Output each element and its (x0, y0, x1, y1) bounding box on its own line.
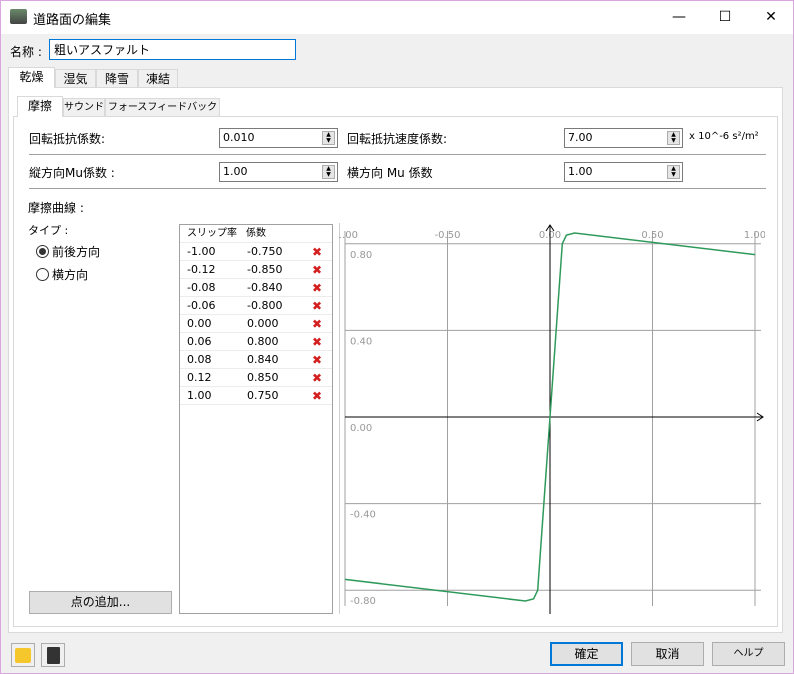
delete-point-icon[interactable]: ✖ (312, 315, 322, 333)
table-header: スリップ率 係数 (180, 225, 332, 243)
coef-cell[interactable]: 0.850 (247, 369, 279, 387)
delete-point-icon[interactable]: ✖ (312, 387, 322, 405)
maximize-button[interactable]: ☐ (702, 1, 748, 33)
spin-arrows-icon[interactable]: ▲ ▼ (322, 131, 335, 145)
close-button[interactable]: ✕ (748, 1, 794, 33)
delete-point-icon[interactable]: ✖ (312, 333, 322, 351)
radio-longitudinal[interactable] (36, 245, 49, 258)
divider (29, 154, 766, 155)
tab-wet[interactable]: 湿気 (55, 69, 96, 88)
points-table: スリップ率 係数 -1.00 -0.750 ✖ -0.12 -0.850 ✖ -0.08 -0… (179, 224, 333, 614)
tab-force-feedback[interactable]: フォースフィードバック効果 (105, 98, 220, 131)
y-tick-label: 0.40 (350, 336, 372, 347)
friction-curve-chart: -1.00-0.500.000.501.000.800.400.00-0.40-… (339, 223, 765, 614)
table-row[interactable]: -0.12 -0.850 ✖ (180, 261, 332, 279)
x-tick-label: 0.50 (641, 230, 663, 241)
lat-mu-value: 1.00 (568, 165, 593, 178)
tab-ice[interactable]: 凍結 (138, 69, 178, 88)
type-label: タイプ : (28, 224, 69, 237)
name-input[interactable] (49, 39, 296, 60)
road-surface-icon (10, 9, 27, 24)
y-tick-label: -0.40 (350, 510, 376, 521)
radio-longitudinal-label[interactable]: 前後方向 (52, 243, 100, 260)
divider (29, 188, 766, 189)
tab-friction[interactable]: 摩擦 (17, 96, 63, 117)
spin-arrows-icon[interactable]: ▲ ▼ (322, 165, 335, 179)
coef-cell[interactable]: -0.800 (247, 297, 282, 315)
rolling-speed-value: 7.00 (568, 131, 593, 144)
minimize-button[interactable]: — (656, 1, 702, 33)
table-row[interactable]: -0.06 -0.800 ✖ (180, 297, 332, 315)
slip-cell[interactable]: -0.06 (187, 297, 215, 315)
rolling-speed-label: 回転抵抗速度係数: (347, 132, 448, 146)
rolling-resistance-label: 回転抵抗係数: (29, 132, 106, 146)
rolling-resistance-value: 0.010 (223, 131, 255, 144)
radio-lateral-label[interactable]: 横方向 (52, 266, 88, 283)
coef-cell[interactable]: 0.000 (247, 315, 279, 333)
long-mu-value: 1.00 (223, 165, 248, 178)
add-point-button[interactable]: 点の追加... (29, 591, 172, 614)
coef-cell[interactable]: 0.840 (247, 351, 279, 369)
radio-lateral[interactable] (36, 268, 49, 281)
table-row[interactable]: 1.00 0.750 ✖ (180, 387, 332, 405)
spin-arrows-icon[interactable]: ▲ ▼ (667, 131, 680, 145)
spin-arrows-icon[interactable]: ▲ ▼ (667, 165, 680, 179)
delete-point-icon[interactable]: ✖ (312, 279, 322, 297)
slip-cell[interactable]: -0.08 (187, 279, 215, 297)
table-row[interactable]: -1.00 -0.750 ✖ (180, 243, 332, 261)
x-tick-label: -1.00 (339, 230, 358, 241)
table-row[interactable]: 0.00 0.000 ✖ (180, 315, 332, 333)
coef-cell[interactable]: -0.750 (247, 243, 282, 261)
slip-cell[interactable]: 1.00 (187, 387, 212, 405)
header-slip: スリップ率 (187, 228, 237, 239)
table-row[interactable]: 0.12 0.850 ✖ (180, 369, 332, 387)
lat-mu-spinbox[interactable]: 1.00 ▲ ▼ (564, 162, 683, 182)
friction-curve-label: 摩擦曲線 : (28, 201, 84, 215)
tab-sound[interactable]: サウンド (63, 98, 105, 117)
slip-cell[interactable]: -0.12 (187, 261, 215, 279)
long-mu-label: 縦方向Mu係数 : (29, 166, 115, 180)
table-row[interactable]: 0.08 0.840 ✖ (180, 351, 332, 369)
coef-cell[interactable]: -0.850 (247, 261, 282, 279)
rolling-speed-unit: x 10^-6 s²/m² (689, 131, 759, 142)
tab-dry[interactable]: 乾燥 (8, 67, 55, 88)
dialog-window: 道路面の編集 — ☐ ✕ 名称 : 乾燥 湿気 降雪 凍結 摩擦 サウンド フォ… (0, 0, 794, 674)
delete-point-icon[interactable]: ✖ (312, 261, 322, 279)
ok-button[interactable]: 確定 (550, 642, 623, 666)
x-tick-label: -0.50 (435, 230, 461, 241)
slip-cell[interactable]: 0.12 (187, 369, 212, 387)
floppy-disk-icon (47, 647, 60, 664)
lat-mu-label: 横方向 Mu 係数 (347, 166, 433, 180)
slip-cell[interactable]: 0.00 (187, 315, 212, 333)
long-mu-spinbox[interactable]: 1.00 ▲ ▼ (219, 162, 338, 182)
rolling-resistance-spinbox[interactable]: 0.010 ▲ ▼ (219, 128, 338, 148)
y-tick-label: 0.00 (350, 423, 372, 434)
y-tick-label: 0.80 (350, 250, 372, 261)
name-label: 名称 : (10, 45, 42, 59)
header-coef: 係数 (246, 228, 266, 239)
title-bar: 道路面の編集 — ☐ ✕ (1, 1, 793, 34)
folder-icon (15, 648, 31, 663)
delete-point-icon[interactable]: ✖ (312, 351, 322, 369)
delete-point-icon[interactable]: ✖ (312, 369, 322, 387)
slip-cell[interactable]: 0.08 (187, 351, 212, 369)
rolling-speed-spinbox[interactable]: 7.00 ▲ ▼ (564, 128, 683, 148)
delete-point-icon[interactable]: ✖ (312, 297, 322, 315)
slip-cell[interactable]: 0.06 (187, 333, 212, 351)
delete-point-icon[interactable]: ✖ (312, 243, 322, 261)
x-tick-label: 1.00 (744, 230, 765, 241)
help-button[interactable]: ヘルプ (712, 642, 785, 666)
table-row[interactable]: 0.06 0.800 ✖ (180, 333, 332, 351)
cancel-button[interactable]: 取消 (631, 642, 704, 666)
window-title: 道路面の編集 (33, 13, 112, 28)
open-button[interactable] (11, 643, 35, 667)
save-button[interactable] (41, 643, 65, 667)
coef-cell[interactable]: 0.800 (247, 333, 279, 351)
tab-snow[interactable]: 降雪 (96, 69, 138, 88)
coef-cell[interactable]: 0.750 (247, 387, 279, 405)
slip-cell[interactable]: -1.00 (187, 243, 215, 261)
table-row[interactable]: -0.08 -0.840 ✖ (180, 279, 332, 297)
y-tick-label: -0.80 (350, 596, 376, 607)
coef-cell[interactable]: -0.840 (247, 279, 282, 297)
